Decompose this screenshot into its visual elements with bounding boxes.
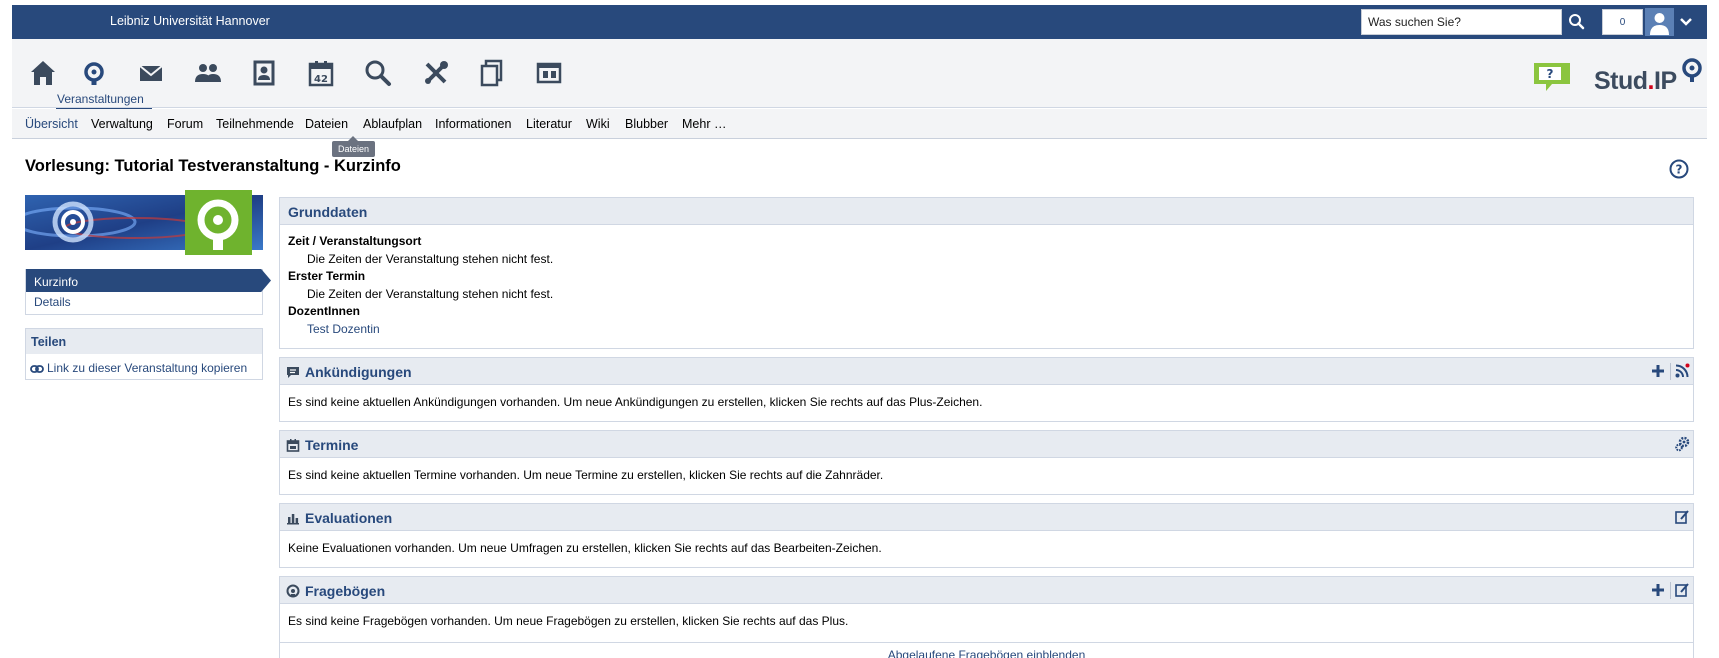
section-header: Ankündigungen	[280, 358, 1693, 385]
tab-literatur[interactable]: Literatur	[526, 117, 572, 131]
field-label-time-location: Zeit / Veranstaltungsort	[288, 234, 422, 248]
section-dates: Termine Es sind keine aktuellen Termine …	[279, 430, 1694, 495]
field-label-first-date: Erster Termin	[288, 269, 366, 283]
copy-link-label: Link zu dieser Veranstaltung kopieren	[47, 361, 248, 375]
edit-icon[interactable]	[1674, 582, 1690, 598]
section-header: Evaluationen	[280, 504, 1693, 531]
tab-informationen[interactable]: Informationen	[435, 117, 511, 131]
section-title: Grunddaten	[288, 204, 368, 220]
section-title: Fragebögen	[305, 583, 386, 599]
section-title: Ankündigungen	[305, 364, 412, 380]
copy-link-button[interactable]: Link zu dieser Veranstaltung kopieren	[30, 361, 247, 375]
share-widget: Teilen Link zu dieser Veranstaltung kopi…	[25, 328, 263, 380]
section-empty-text: Es sind keine aktuellen Ankündigungen vo…	[288, 395, 983, 409]
action-separator	[1670, 582, 1671, 599]
admin-icon[interactable]	[533, 57, 565, 89]
section-title: Evaluationen	[305, 510, 393, 526]
svg-text:?: ?	[1676, 163, 1683, 177]
field-value-time-location: Die Zeiten der Veranstaltung stehen nich…	[307, 252, 554, 266]
profile-icon[interactable]	[248, 57, 280, 89]
rss-icon[interactable]	[1674, 363, 1690, 379]
tooltip: Dateien	[332, 136, 376, 157]
help-icon[interactable]: ?	[1669, 159, 1689, 179]
logo-wordmark: Stud.IP	[1594, 67, 1677, 95]
page: Leibniz Universität Hannover 0	[0, 0, 1719, 658]
field-label-lecturers: DozentInnen	[288, 304, 360, 318]
sidebar-item-details[interactable]: Details	[34, 295, 71, 309]
help-bubble-icon[interactable]: ?	[1532, 60, 1573, 94]
action-separator	[1670, 363, 1671, 380]
svg-text:?: ?	[1547, 67, 1554, 81]
courses-icon[interactable]	[78, 57, 110, 89]
studip-logo[interactable]: Stud.IP	[1594, 58, 1706, 97]
show-expired-questionnaires-link[interactable]: Abgelaufene Fragebögen einblenden	[280, 642, 1693, 658]
section-header: Fragebögen	[280, 577, 1693, 604]
tab-ablaufplan[interactable]: Ablaufplan	[363, 117, 422, 131]
link-icon	[30, 365, 44, 373]
tools-icon[interactable]	[420, 57, 452, 89]
main-navigation: 42 Veranstaltungen ? Stud.IP	[12, 39, 1707, 110]
edit-icon[interactable]	[1674, 509, 1690, 525]
section-empty-text: Es sind keine Fragebögen vorhanden. Um n…	[288, 614, 849, 628]
university-name[interactable]: Leibniz Universität Hannover	[110, 14, 270, 28]
section-title: Termine	[305, 437, 359, 453]
nav-label-courses[interactable]: Veranstaltungen	[57, 92, 144, 106]
section-evaluations: Evaluationen Keine Evaluationen vorhande…	[279, 503, 1694, 568]
sidebar-navigation: Kurzinfo Details	[25, 269, 271, 315]
tab-uebersicht[interactable]: Übersicht	[25, 117, 78, 131]
section-grunddaten: Grunddaten Zeit / Veranstaltungsort Die …	[279, 197, 1694, 349]
add-icon[interactable]	[1650, 582, 1666, 598]
files-icon[interactable]	[476, 57, 508, 89]
section-announcements: Ankündigungen Es sind keine aktuellen An…	[279, 357, 1694, 422]
bar-chart-icon	[287, 514, 299, 525]
tab-mehr[interactable]: Mehr …	[682, 117, 726, 131]
tab-forum[interactable]: Forum	[167, 117, 203, 131]
gear-icon[interactable]	[1674, 436, 1690, 452]
section-questionnaires: Fragebögen Es sind keine Fragebögen vorh…	[279, 576, 1694, 658]
announcement-icon	[287, 367, 299, 378]
tab-dateien[interactable]: Dateien	[305, 117, 348, 131]
questionnaire-icon	[286, 584, 300, 598]
tab-verwaltung[interactable]: Verwaltung	[91, 117, 153, 131]
search-input[interactable]	[1362, 10, 1561, 34]
tab-teilnehmende[interactable]: Teilnehmende	[216, 117, 294, 131]
tab-wiki[interactable]: Wiki	[586, 117, 610, 131]
page-title: Vorlesung: Tutorial Testveranstaltung - …	[25, 157, 401, 175]
avatar[interactable]	[1645, 8, 1674, 36]
share-widget-title: Teilen	[26, 329, 262, 354]
schedule-day: 42	[314, 74, 328, 85]
section-header: Grunddaten	[280, 198, 1693, 225]
schedule-icon[interactable]: 42	[305, 57, 337, 89]
course-avatar-image	[25, 190, 263, 255]
avatar-menu-toggle[interactable]	[1679, 15, 1693, 29]
top-bar: Leibniz Universität Hannover 0	[12, 5, 1707, 39]
calendar-icon	[286, 439, 300, 452]
sidebar-item-kurzinfo[interactable]: Kurzinfo	[26, 269, 271, 292]
chevron-down-icon	[1680, 18, 1692, 26]
home-icon[interactable]	[27, 57, 59, 89]
user-icon	[1645, 8, 1674, 36]
search-button[interactable]	[1563, 9, 1591, 35]
lecturer-link[interactable]: Test Dozentin	[307, 322, 380, 336]
search-box	[1361, 9, 1562, 35]
studip-logo-mark-icon	[1682, 58, 1702, 82]
community-icon[interactable]	[192, 57, 224, 89]
magnifier-icon	[1569, 14, 1585, 30]
section-empty-text: Keine Evaluationen vorhanden. Um neue Um…	[288, 541, 882, 555]
field-value-first-date: Die Zeiten der Veranstaltung stehen nich…	[307, 287, 554, 301]
notification-counter[interactable]: 0	[1602, 9, 1643, 35]
section-header: Termine	[280, 431, 1693, 458]
course-tab-bar: Übersicht Verwaltung Forum Teilnehmende …	[12, 109, 1707, 139]
search-icon[interactable]	[362, 57, 394, 89]
tab-blubber[interactable]: Blubber	[625, 117, 668, 131]
mail-icon[interactable]	[135, 57, 167, 89]
add-icon[interactable]	[1650, 363, 1666, 379]
section-empty-text: Es sind keine aktuellen Termine vorhande…	[288, 468, 884, 482]
